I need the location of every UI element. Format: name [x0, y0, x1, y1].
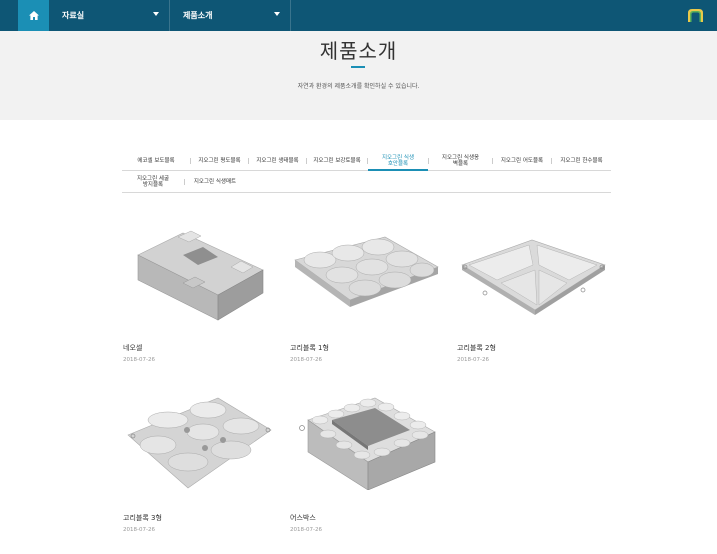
tab-segul[interactable]: 지오그린 세굴방지블록: [122, 171, 184, 193]
product-card[interactable]: 어스박스 2018-07-26: [290, 390, 440, 540]
tab-label: 에코셀 보도블록: [137, 157, 175, 164]
tab-label: 지오그린 생태블록: [256, 157, 299, 164]
tab-label: 지오그린 식생호안블록: [381, 154, 415, 167]
tab-label: 지오그린 식생매트: [193, 179, 237, 185]
nav-dropdown-label: 제품소개: [183, 11, 213, 20]
tab-saengmat[interactable]: 지오그린 식생매트: [185, 171, 245, 193]
nav-dropdown-archive[interactable]: 자료실: [49, 0, 170, 31]
product-date: 2018-07-26: [457, 357, 489, 363]
tab-ecocell[interactable]: 에코셀 보도블록: [122, 151, 190, 170]
product-image-earthbox: [299, 397, 436, 490]
page-title: 제품소개: [319, 39, 398, 63]
product-card[interactable]: 네오셀 2018-07-26: [123, 225, 273, 365]
tab-row-1: 에코셀 보도블록 지오그린 평도블록 지오그린 생태블록 지오그린 보강토블록 …: [122, 151, 611, 171]
product-name[interactable]: 어스박스: [290, 513, 316, 523]
product-card[interactable]: 고리블록 1형 2018-07-26: [290, 225, 440, 365]
product-card[interactable]: 고리블록 2형 2018-07-26: [457, 225, 607, 365]
tab-label: 지오그린 어도블록: [500, 157, 544, 164]
tab-bogangto[interactable]: 지오그린 보강토블록: [307, 151, 367, 170]
product-image-gori-2: [461, 239, 606, 315]
page-subtitle: 자연과 환경의 제품소개를 확인하실 수 있습니다.: [297, 83, 420, 90]
tab-ongbyeok[interactable]: 지오그린 식생옹벽블록: [429, 151, 492, 170]
nav-dropdown-label: 자료실: [62, 11, 85, 20]
tab-pyeongdo[interactable]: 지오그린 평도블록: [191, 151, 248, 170]
tab-saengtae[interactable]: 지오그린 생태블록: [249, 151, 306, 170]
caret-down-icon: [153, 12, 159, 16]
category-tabs: 에코셀 보도블록 지오그린 평도블록 지오그린 생태블록 지오그린 보강토블록 …: [122, 151, 611, 193]
product-date: 2018-07-26: [290, 357, 322, 363]
product-name[interactable]: 네오셀: [123, 343, 142, 353]
tab-hansu[interactable]: 지오그린 한수블록: [552, 151, 611, 170]
page-header: 제품소개 자연과 환경의 제품소개를 확인하실 수 있습니다.: [0, 31, 717, 120]
top-navigation: 자료실 제품소개: [0, 0, 717, 31]
home-icon: [28, 11, 39, 20]
tab-label: 지오그린 한수블록: [560, 157, 603, 164]
tab-eodo[interactable]: 지오그린 어도블록: [493, 151, 551, 170]
tab-row-2: 지오그린 세굴방지블록 지오그린 식생매트: [122, 171, 611, 193]
product-image-neocell: [137, 230, 264, 321]
product-image-gori-1: [294, 236, 439, 307]
tab-hoan[interactable]: 지오그린 식생호안블록: [368, 151, 428, 171]
product-card[interactable]: 고리블록 3형 2018-07-26: [123, 390, 273, 540]
product-date: 2018-07-26: [123, 527, 155, 533]
home-button[interactable]: [18, 0, 49, 31]
site-logo-icon[interactable]: [687, 8, 704, 22]
caret-down-icon: [274, 12, 280, 16]
title-underline: [351, 66, 365, 68]
tab-label: 지오그린 보강토블록: [313, 157, 361, 164]
product-name[interactable]: 고리블록 1형: [290, 343, 329, 353]
product-date: 2018-07-26: [123, 357, 155, 363]
product-name[interactable]: 고리블록 3형: [123, 513, 162, 523]
tab-label: 지오그린 세굴방지블록: [136, 176, 170, 188]
product-image-gori-3: [127, 397, 272, 489]
tab-label: 지오그린 식생옹벽블록: [441, 154, 480, 167]
nav-dropdown-products[interactable]: 제품소개: [170, 0, 291, 31]
product-name[interactable]: 고리블록 2형: [457, 343, 496, 353]
tab-label: 지오그린 평도블록: [198, 157, 241, 164]
product-date: 2018-07-26: [290, 527, 322, 533]
